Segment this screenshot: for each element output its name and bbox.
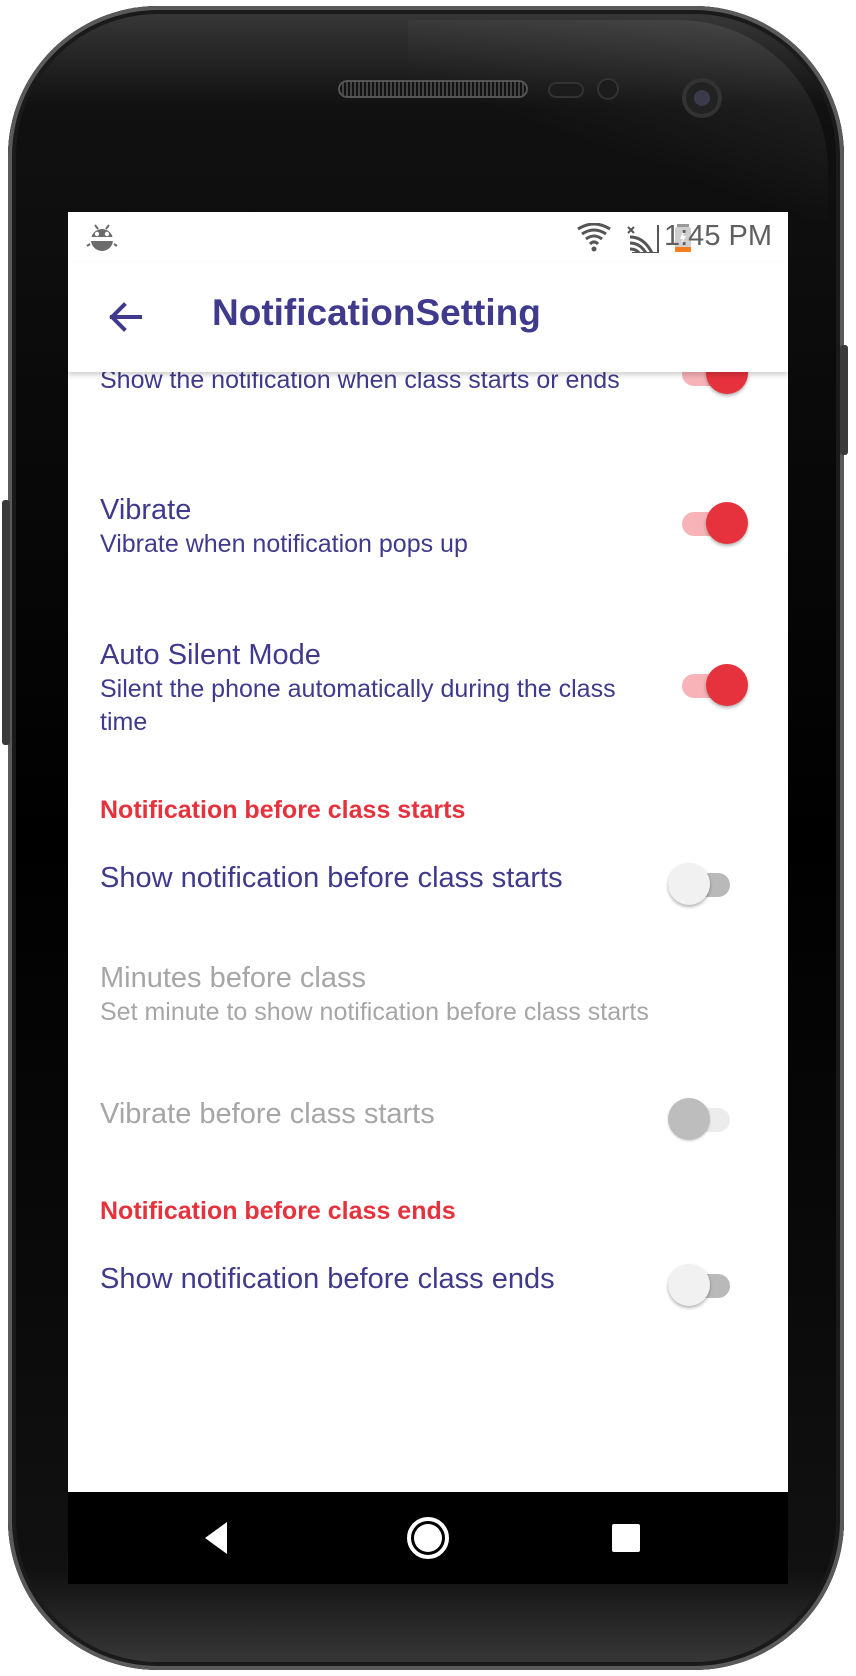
category-before-end: Notification before class ends (100, 1197, 456, 1225)
system-nav-bar (68, 1492, 788, 1584)
proximity-sensor (548, 82, 584, 98)
signal-no-sim-icon (627, 225, 659, 253)
page-title: NotificationSetting (212, 292, 541, 333)
pref-summary: Show the notification when class starts … (100, 372, 620, 394)
back-triangle-icon[interactable] (193, 1514, 241, 1562)
settings-list[interactable]: Show the notification when class starts … (68, 372, 788, 1492)
pref-summary: Silent the phone automatically during th… (100, 675, 616, 736)
pref-title: Vibrate (100, 494, 192, 526)
vibrate-before-start-switch (668, 1098, 734, 1142)
pref-summary: Set minute to show notification before c… (100, 998, 649, 1026)
switch-thumb (706, 372, 748, 394)
home-circle-icon[interactable] (404, 1514, 452, 1562)
pref-title: Show notification before class starts (100, 862, 563, 894)
category-before-start: Notification before class starts (100, 796, 466, 824)
pref-class-notification[interactable]: Show the notification when class starts … (100, 372, 660, 397)
app-toolbar: NotificationSetting (68, 262, 788, 372)
pref-auto-silent-mode[interactable]: Auto Silent Mode Silent the phone automa… (100, 637, 660, 739)
auto-silent-switch[interactable] (682, 664, 748, 708)
earpiece-speaker (338, 80, 528, 98)
switch-thumb (706, 664, 748, 706)
pref-minutes-before-class: Minutes before class Set minute to show … (100, 960, 780, 1029)
pref-vibrate-before-start: Vibrate before class starts (100, 1096, 660, 1132)
front-camera (682, 78, 722, 118)
phone-gloss (408, 20, 828, 220)
switch-thumb (668, 863, 710, 905)
app-screen: 1:45 PM NotificationSetting Show the not… (68, 212, 788, 1492)
switch-thumb (668, 1264, 710, 1306)
switch-thumb (668, 1098, 710, 1140)
pref-title: Auto Silent Mode (100, 639, 321, 671)
show-before-end-switch[interactable] (668, 1264, 734, 1308)
vibrate-switch[interactable] (682, 502, 748, 546)
power-button (2, 500, 10, 745)
pref-title: Minutes before class (100, 962, 366, 994)
pref-title: Show notification before class ends (100, 1263, 555, 1295)
show-before-start-switch[interactable] (668, 863, 734, 907)
recents-square-icon[interactable] (602, 1514, 650, 1562)
wifi-icon (577, 223, 611, 252)
pref-title: Vibrate before class starts (100, 1098, 435, 1130)
light-sensor (597, 78, 619, 100)
pref-show-before-end[interactable]: Show notification before class ends (100, 1261, 660, 1297)
pref-summary: Vibrate when notification pops up (100, 530, 468, 558)
pref-vibrate[interactable]: Vibrate Vibrate when notification pops u… (100, 492, 660, 561)
status-time: 1:45 PM (664, 220, 772, 252)
debug-bug-icon (86, 224, 118, 251)
switch-thumb (706, 502, 748, 544)
class-notification-switch[interactable] (682, 372, 748, 396)
status-bar: 1:45 PM (68, 212, 788, 262)
arrow-left-icon[interactable] (98, 290, 152, 344)
pref-show-before-start[interactable]: Show notification before class starts (100, 860, 660, 896)
volume-button (840, 345, 848, 455)
